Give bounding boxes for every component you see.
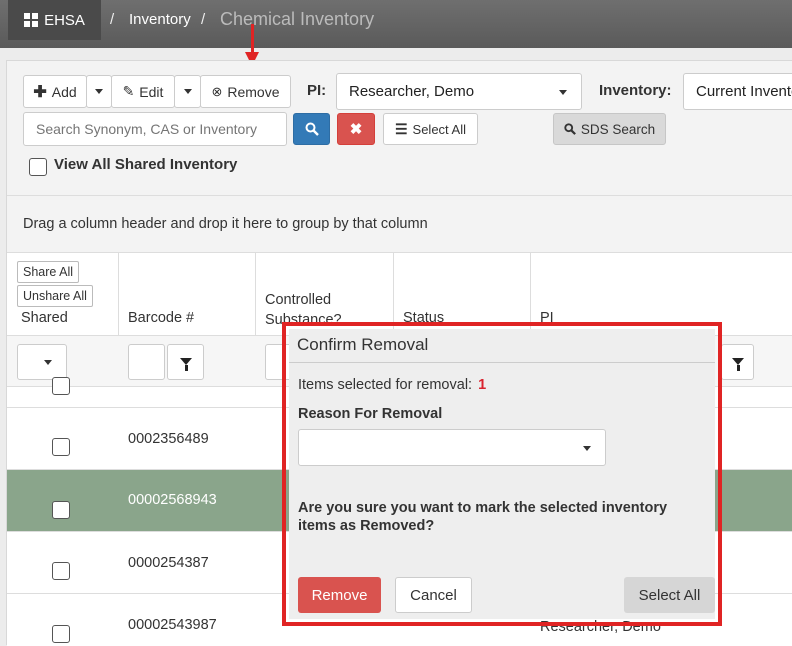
breadcrumb-inventory[interactable]: Inventory xyxy=(129,11,191,28)
breadcrumb-chemical-inventory: Chemical Inventory xyxy=(220,9,375,29)
column-header-barcode[interactable]: Barcode # xyxy=(128,310,194,326)
pi-select-value: Researcher, Demo xyxy=(349,83,475,100)
inventory-select[interactable]: Current Inventory xyxy=(683,73,792,110)
row-share-checkbox[interactable] xyxy=(52,625,70,643)
edit-dropdown-button[interactable] xyxy=(174,75,201,108)
dialog-select-all-button[interactable]: Select All xyxy=(624,577,715,613)
breadcrumb-separator: / xyxy=(201,11,206,28)
share-all-button[interactable]: Share All xyxy=(17,261,80,283)
caret-down-icon xyxy=(95,89,103,94)
sds-search-label: SDS Search xyxy=(580,121,656,137)
plus-icon: ✚ xyxy=(33,83,47,101)
confirm-question: Are you sure you want to mark the select… xyxy=(298,500,668,534)
barcode-filter-input[interactable] xyxy=(128,344,165,380)
pi-select[interactable]: Researcher, Demo xyxy=(336,73,582,110)
items-selected-label: Items selected for removal: xyxy=(298,377,473,393)
search-icon xyxy=(564,123,576,135)
unshare-all-button[interactable]: Unshare All xyxy=(17,285,93,307)
filter-icon xyxy=(180,358,192,371)
list-icon: ☰ xyxy=(394,120,408,137)
filter-icon xyxy=(732,358,744,371)
pencil-icon: ✎ xyxy=(122,83,135,99)
remove-label: Remove xyxy=(227,83,280,100)
add-button[interactable]: ✚ Add xyxy=(23,75,87,108)
breadcrumb-separator: / xyxy=(110,11,115,28)
row-share-checkbox[interactable] xyxy=(52,562,70,580)
top-navbar: EHSA / Inventory / Chemical Inventory xyxy=(0,0,792,48)
inventory-select-value: Current Inventory xyxy=(696,83,792,100)
brand-label: EHSA xyxy=(44,11,85,29)
inventory-label: Inventory: xyxy=(599,82,672,99)
row-share-checkbox[interactable] xyxy=(52,501,70,519)
group-by-drop-zone[interactable]: Drag a column header and drop it here to… xyxy=(7,195,792,253)
search-icon xyxy=(305,122,319,136)
barcode-cell: 0000254387 xyxy=(128,555,209,571)
edit-label: Edit xyxy=(139,83,164,100)
barcode-cell: 0002356489 xyxy=(128,431,209,447)
dialog-title: Confirm Removal xyxy=(289,329,715,363)
sds-search-button[interactable]: SDS Search xyxy=(553,113,666,145)
view-all-shared-checkbox[interactable] xyxy=(29,158,47,176)
barcode-filter-button[interactable] xyxy=(167,344,204,380)
caret-down-icon xyxy=(559,89,567,95)
group-by-hint: Drag a column header and drop it here to… xyxy=(23,216,428,232)
shared-filter-select[interactable] xyxy=(17,344,67,380)
close-icon: ✖ xyxy=(349,121,363,138)
brand-button[interactable]: EHSA xyxy=(8,0,101,40)
confirm-removal-dialog: Confirm Removal Items selected for remov… xyxy=(289,329,715,619)
view-all-shared-label: View All Shared Inventory xyxy=(54,156,238,173)
edit-button[interactable]: ✎ Edit xyxy=(111,75,175,108)
annotation-arrow-shaft xyxy=(251,24,254,54)
barcode-cell: 00002543987 xyxy=(128,617,217,633)
unshare-all-label: Unshare All xyxy=(23,289,87,303)
reason-label: Reason For Removal xyxy=(298,406,443,422)
confirm-remove-label: Remove xyxy=(311,586,368,604)
pi-label: PI: xyxy=(307,82,327,99)
pi-filter-button[interactable] xyxy=(721,344,754,380)
select-all-button[interactable]: ☰ Select All xyxy=(383,113,478,145)
apps-grid-icon xyxy=(24,13,39,27)
share-all-label: Share All xyxy=(23,265,74,279)
items-selected-text: Items selected for removal: 1 xyxy=(298,377,486,393)
search-button[interactable] xyxy=(293,113,330,145)
caret-down-icon xyxy=(183,89,192,94)
caret-down-icon xyxy=(583,445,591,451)
add-label: Add xyxy=(51,83,77,100)
add-dropdown-button[interactable] xyxy=(86,75,112,108)
barcode-cell: 00002568943 xyxy=(128,492,217,508)
row-share-checkbox[interactable] xyxy=(52,377,70,395)
caret-down-icon xyxy=(44,360,52,365)
clear-search-button[interactable]: ✖ xyxy=(337,113,375,145)
row-share-checkbox[interactable] xyxy=(52,438,70,456)
confirm-remove-button[interactable]: Remove xyxy=(298,577,381,613)
search-input[interactable] xyxy=(23,112,287,146)
remove-button[interactable]: ⊗ Remove xyxy=(200,75,291,108)
cancel-label: Cancel xyxy=(410,586,457,604)
column-header-shared[interactable]: Shared xyxy=(21,310,68,326)
select-all-label: Select All xyxy=(412,121,467,137)
items-selected-count: 1 xyxy=(478,377,487,393)
cancel-button[interactable]: Cancel xyxy=(395,577,472,613)
remove-circle-icon: ⊗ xyxy=(211,83,223,99)
reason-select[interactable] xyxy=(298,429,606,466)
dialog-select-all-label: Select All xyxy=(638,586,701,604)
